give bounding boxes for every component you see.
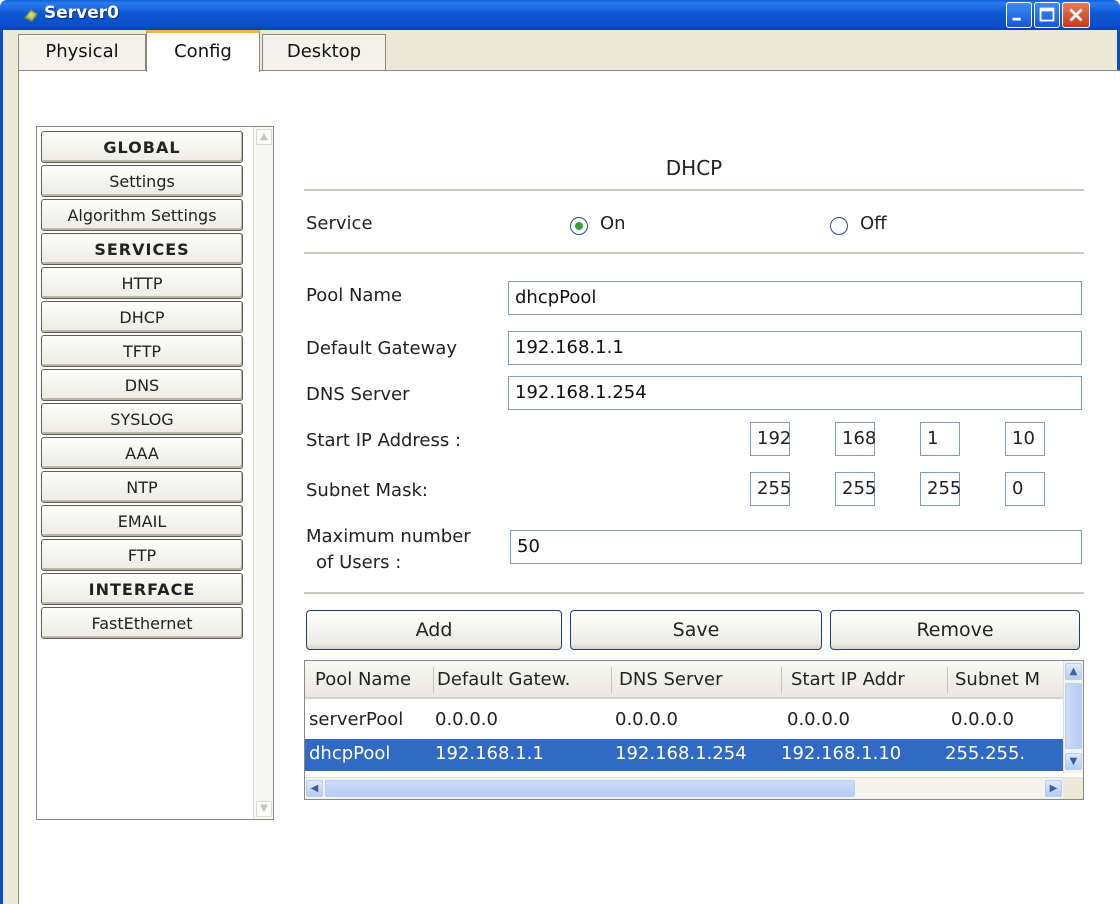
scroll-thumb[interactable] bbox=[1065, 683, 1082, 749]
subnet-mask-label: Subnet Mask: bbox=[306, 480, 428, 501]
max-users-label-line-2: of Users : bbox=[316, 552, 402, 573]
config-sidebar: GLOBAL Settings Algorithm Settings SERVI… bbox=[36, 126, 274, 820]
default-gateway-input[interactable]: 192.168.1.1 bbox=[508, 331, 1082, 365]
start-ip-octet-1[interactable]: 192 bbox=[750, 422, 791, 456]
scroll-up-icon[interactable]: ▲ bbox=[1065, 663, 1082, 680]
pool-name-input[interactable]: dhcpPool bbox=[508, 281, 1082, 315]
table-vertical-scrollbar[interactable]: ▲ ▼ bbox=[1063, 661, 1083, 773]
start-ip-octet-2[interactable]: 168 bbox=[835, 422, 876, 456]
max-users-input[interactable]: 50 bbox=[510, 530, 1082, 564]
sidebar-item-dhcp[interactable]: DHCP bbox=[41, 301, 243, 333]
start-ip-label: Start IP Address : bbox=[306, 430, 462, 451]
maximize-button[interactable] bbox=[1034, 2, 1060, 28]
column-header-start-ip[interactable]: Start IP Addr bbox=[791, 669, 945, 690]
table-header: Pool Name Default Gatew. DNS Server Star… bbox=[305, 661, 1065, 699]
sidebar-item-syslog[interactable]: SYSLOG bbox=[41, 403, 243, 435]
max-users-label: Maximum number bbox=[306, 526, 471, 547]
sidebar-item-settings[interactable]: Settings bbox=[41, 165, 243, 197]
tab-physical[interactable]: Physical bbox=[18, 34, 146, 70]
scroll-right-icon[interactable]: ▶ bbox=[1045, 780, 1062, 797]
table-cell: serverPool bbox=[309, 709, 404, 730]
server-app-icon bbox=[24, 9, 38, 22]
sidebar-item-dns[interactable]: DNS bbox=[41, 369, 243, 401]
column-divider[interactable] bbox=[611, 667, 612, 693]
window-title: Server0 bbox=[44, 3, 119, 23]
subnet-mask-octet-4[interactable]: 0 bbox=[1005, 472, 1045, 506]
column-header-dns-server[interactable]: DNS Server bbox=[619, 669, 779, 690]
start-ip-octet-4[interactable]: 10 bbox=[1005, 422, 1045, 456]
subnet-mask-octet-1[interactable]: 255 bbox=[750, 472, 791, 506]
tab-desktop[interactable]: Desktop bbox=[262, 34, 386, 70]
sidebar-item-algorithm-settings[interactable]: Algorithm Settings bbox=[41, 199, 243, 231]
start-ip-input: 192 168 1 10 bbox=[750, 422, 1060, 456]
column-divider[interactable] bbox=[781, 667, 782, 693]
sidebar-item-aaa[interactable]: AAA bbox=[41, 437, 243, 469]
scroll-up-icon[interactable]: ▲ bbox=[256, 129, 272, 145]
service-on-label[interactable]: On bbox=[600, 213, 626, 234]
column-header-pool-name[interactable]: Pool Name bbox=[315, 669, 433, 690]
sidebar-item-fastethernet[interactable]: FastEthernet bbox=[41, 607, 243, 639]
sidebar-item-ftp[interactable]: FTP bbox=[41, 539, 243, 571]
column-header-default-gateway[interactable]: Default Gatew. bbox=[437, 669, 609, 690]
table-cell: 0.0.0.0 bbox=[615, 709, 678, 730]
start-ip-octet-3[interactable]: 1 bbox=[920, 422, 960, 456]
divider bbox=[304, 189, 1084, 191]
service-off-label[interactable]: Off bbox=[860, 213, 887, 234]
table-cell: 192.168.1.254 bbox=[615, 743, 747, 764]
add-button[interactable]: Add bbox=[306, 610, 562, 650]
subnet-mask-octet-2[interactable]: 255 bbox=[835, 472, 876, 506]
sidebar-item-ntp[interactable]: NTP bbox=[41, 471, 243, 503]
service-label: Service bbox=[306, 213, 373, 234]
table-cell: 0.0.0.0 bbox=[787, 709, 850, 730]
pool-table: Pool Name Default Gatew. DNS Server Star… bbox=[304, 660, 1084, 800]
service-off-radio[interactable] bbox=[830, 217, 848, 235]
table-cell: 192.168.1.1 bbox=[435, 743, 544, 764]
section-title: DHCP bbox=[665, 156, 723, 180]
save-button[interactable]: Save bbox=[570, 610, 822, 650]
title-bar[interactable]: Server0 bbox=[0, 0, 1120, 30]
scroll-thumb[interactable] bbox=[325, 780, 855, 797]
table-cell: 0.0.0.0 bbox=[951, 709, 1014, 730]
scroll-left-icon[interactable]: ◀ bbox=[306, 780, 323, 797]
sidebar-item-http[interactable]: HTTP bbox=[41, 267, 243, 299]
subnet-mask-input: 255 255 255 0 bbox=[750, 472, 1060, 506]
dns-server-input[interactable]: 192.168.1.254 bbox=[508, 376, 1082, 410]
sidebar-header-interface: INTERFACE bbox=[41, 573, 243, 605]
subnet-mask-octet-3[interactable]: 255 bbox=[920, 472, 961, 506]
maximize-icon bbox=[1039, 7, 1055, 22]
pool-name-label: Pool Name bbox=[306, 285, 403, 306]
scrollbar-corner bbox=[1063, 777, 1083, 799]
sidebar-item-email[interactable]: EMAIL bbox=[41, 505, 243, 537]
column-header-subnet-mask[interactable]: Subnet M bbox=[955, 669, 1055, 690]
table-cell: 0.0.0.0 bbox=[435, 709, 498, 730]
table-row-selected[interactable]: dhcpPool 192.168.1.1 192.168.1.254 192.1… bbox=[305, 739, 1067, 771]
scroll-down-icon[interactable]: ▼ bbox=[256, 801, 272, 817]
divider bbox=[304, 592, 1084, 594]
column-divider[interactable] bbox=[947, 667, 948, 693]
tab-config[interactable]: Config bbox=[146, 30, 260, 72]
sidebar-header-global: GLOBAL bbox=[41, 131, 243, 163]
column-divider[interactable] bbox=[433, 667, 434, 693]
sidebar-item-tftp[interactable]: TFTP bbox=[41, 335, 243, 367]
dns-server-label: DNS Server bbox=[306, 384, 410, 405]
remove-button[interactable]: Remove bbox=[830, 610, 1080, 650]
sidebar-scrollbar[interactable]: ▲ ▼ bbox=[253, 127, 273, 819]
table-row[interactable]: serverPool 0.0.0.0 0.0.0.0 0.0.0.0 0.0.0… bbox=[305, 705, 1067, 737]
close-button[interactable] bbox=[1062, 2, 1090, 28]
scroll-down-icon[interactable]: ▼ bbox=[1065, 753, 1082, 770]
table-horizontal-scrollbar[interactable]: ◀ ▶ bbox=[305, 777, 1065, 799]
table-cell: 192.168.1.10 bbox=[781, 743, 902, 764]
table-cell: dhcpPool bbox=[309, 743, 391, 764]
default-gateway-label: Default Gateway bbox=[306, 338, 458, 359]
close-icon bbox=[1069, 8, 1083, 22]
table-cell: 255.255. bbox=[945, 743, 1026, 764]
divider bbox=[304, 252, 1084, 254]
service-on-radio[interactable] bbox=[570, 217, 588, 235]
minimize-icon bbox=[1012, 17, 1021, 21]
minimize-button[interactable] bbox=[1006, 2, 1032, 28]
sidebar-header-services: SERVICES bbox=[41, 233, 243, 265]
